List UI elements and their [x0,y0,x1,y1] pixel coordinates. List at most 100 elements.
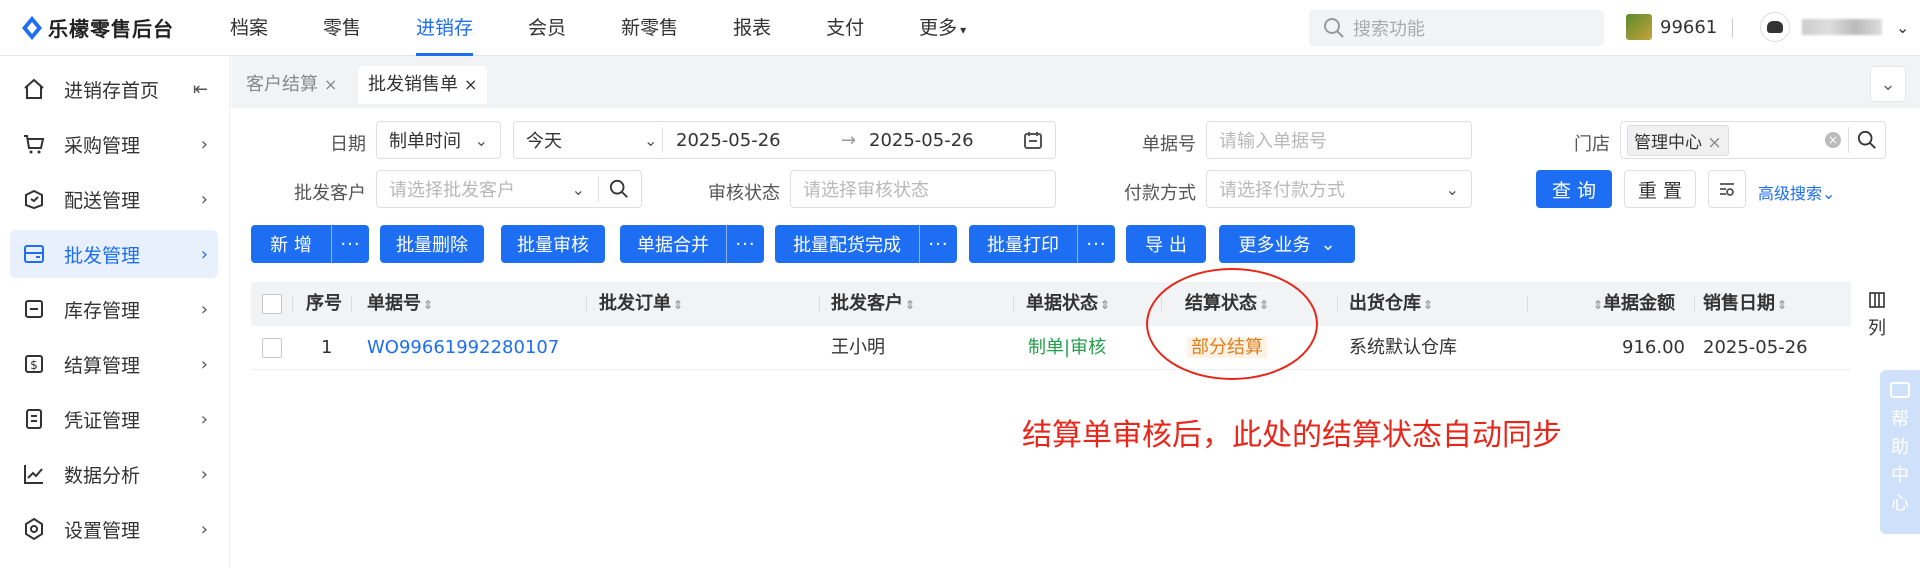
sidebar-item-label: 批发管理 [64,244,141,267]
sidebar-item-label: 采购管理 [64,134,141,157]
col-warehouse[interactable]: 出货仓库 ⇕ [1349,282,1433,326]
nav-report[interactable]: 报表 [733,0,771,56]
more-options-icon[interactable]: ··· [726,225,764,263]
store-chip-label: 管理中心 [1634,132,1702,153]
batch-allot-button[interactable]: 批量配货完成 [775,225,919,263]
chevron-right-icon: › [200,463,208,485]
audit-status-select[interactable]: 请选择审核状态 [790,170,1056,208]
app-logo[interactable]: 乐檬零售后台 [0,13,230,42]
chevron-right-icon: › [200,408,208,430]
add-button[interactable]: 新 增 [251,225,331,263]
col-customer[interactable]: 批发客户 ⇕ [831,282,915,326]
nav-member[interactable]: 会员 [528,0,566,56]
wholesale-icon [20,240,48,268]
nav-inventory[interactable]: 进销存 [416,0,474,56]
more-business-button[interactable]: 更多业务 ⌄ [1219,225,1355,263]
close-icon[interactable]: × [1707,133,1721,153]
help-char: 助 [1891,437,1909,458]
col-doc-status[interactable]: 单据状态 ⇕ [1026,282,1110,326]
row-checkbox[interactable] [262,338,282,358]
search-icon[interactable] [1857,130,1877,150]
col-amount-label: 单据金额 [1603,293,1676,314]
sidebar-item-voucher[interactable]: 凭证管理 › [10,395,218,443]
date-range-picker[interactable]: 今天 ⌄ 2025-05-26 → 2025-05-26 [513,121,1056,159]
more-options-icon[interactable]: ··· [919,225,957,263]
advanced-search-link[interactable]: 高级搜索⌄ [1758,180,1835,204]
customer-select[interactable]: 请选择批发客户 ⌄ [376,170,642,208]
chevron-down-icon: ⌄ [644,130,658,150]
nav-new-retail[interactable]: 新零售 [621,0,678,56]
help-center-button[interactable]: 帮 助 中 心 [1880,370,1920,534]
close-icon[interactable]: × [464,75,477,94]
clear-icon[interactable]: × [1825,132,1841,148]
order-no-input[interactable]: 请输入单据号 [1206,121,1472,159]
export-button[interactable]: 导 出 [1126,225,1206,263]
cell-order-no-link[interactable]: WO99661992280107 [367,326,559,370]
nav-retail[interactable]: 零售 [323,0,361,56]
divider [1848,127,1849,153]
sidebar-item-settlement[interactable]: $ 结算管理 › [10,340,218,388]
col-amount[interactable]: ⇕单据金额 [1591,282,1675,326]
sidebar-item-delivery[interactable]: 配送管理 › [10,175,218,223]
collapse-sidebar-icon[interactable]: ⇤ [193,79,208,100]
chevron-down-icon: ⌄ [1896,17,1910,37]
store-switcher[interactable]: 99661 [1626,14,1717,40]
sidebar-item-analytics[interactable]: 数据分析 › [10,450,218,498]
filter-settings-button[interactable] [1708,170,1746,208]
column-settings-button[interactable]: 列 [1863,290,1891,342]
user-menu[interactable]: ⌄ [1760,12,1909,42]
date-start[interactable]: 2025-05-26 [676,130,781,151]
reset-button[interactable]: 重 置 [1624,170,1696,208]
nav-more[interactable]: 更多 ▾ [919,0,966,56]
page-tabs: 客户结算 × 批发销售单 × ⌄ [231,56,1920,108]
store-select[interactable]: 管理中心 × × [1620,121,1886,159]
nav-payment[interactable]: 支付 [826,0,864,56]
delivery-icon [20,185,48,213]
col-warehouse-label: 出货仓库 [1349,293,1421,314]
advanced-search-label: 高级搜索 [1758,184,1823,203]
arrow-right-icon: → [841,129,857,151]
close-icon[interactable]: × [324,75,337,94]
tab-customer-settlement[interactable]: 客户结算 × [236,66,347,104]
annotation-text: 结算单审核后，此处的结算状态自动同步 [1022,418,1562,453]
calendar-icon [1024,132,1042,149]
sort-icon: ⇕ [1777,298,1788,312]
sidebar-item-purchase[interactable]: 采购管理 › [10,120,218,168]
search-input[interactable]: 搜索功能 [1309,10,1604,46]
tab-wholesale-sales[interactable]: 批发销售单 × [358,66,488,104]
date-end[interactable]: 2025-05-26 [869,130,974,151]
sidebar-item-home[interactable]: 进销存首页 ⇤ [10,65,218,113]
search-icon[interactable] [609,179,629,199]
sidebar-item-stock[interactable]: 库存管理 › [10,285,218,333]
more-options-icon[interactable]: ··· [1077,225,1115,263]
top-nav: 档案 零售 进销存 会员 新零售 报表 支付 更多 ▾ [230,0,1021,56]
select-all-checkbox[interactable] [262,294,282,314]
sidebar-item-settings[interactable]: 设置管理 › [10,505,218,553]
divider [662,127,663,153]
batch-delete-label: 批量删除 [396,235,468,256]
sidebar-item-wholesale[interactable]: 批发管理 › [10,230,218,278]
batch-audit-button[interactable]: 批量审核 [501,225,605,263]
merge-button[interactable]: 单据合并 [620,225,726,263]
more-options-icon[interactable]: ··· [331,225,369,263]
chevron-down-icon: ⌄ [474,130,488,150]
merge-button-group: 单据合并 ··· [620,225,764,263]
batch-print-button[interactable]: 批量打印 [969,225,1077,263]
nav-archive[interactable]: 档案 [230,0,268,56]
date-type-select[interactable]: 制单时间 ⌄ [376,121,501,159]
search-icon [1324,18,1344,38]
query-button[interactable]: 查 询 [1536,170,1612,208]
batch-delete-button[interactable]: 批量删除 [380,225,484,263]
col-wholesale-order[interactable]: 批发订单 ⇕ [599,282,683,326]
col-date[interactable]: 销售日期 ⇕ [1703,282,1787,326]
payment-label: 付款方式 [1124,183,1196,204]
table-row[interactable]: 1 WO99661992280107 王小明 制单|审核 部分结算 系统默认仓库… [251,326,1851,370]
nav-more-label: 更多 [919,16,958,39]
store-id: 99661 [1660,16,1718,38]
sidebar-item-label: 进销存首页 [64,79,160,102]
col-order-no[interactable]: 单据号 ⇕ [367,282,433,326]
audit-status-placeholder: 请选择审核状态 [803,180,929,201]
chevron-down-icon[interactable]: ⌄ [1870,66,1906,102]
payment-select[interactable]: 请选择付款方式 ⌄ [1206,170,1472,208]
home-icon [20,75,48,103]
